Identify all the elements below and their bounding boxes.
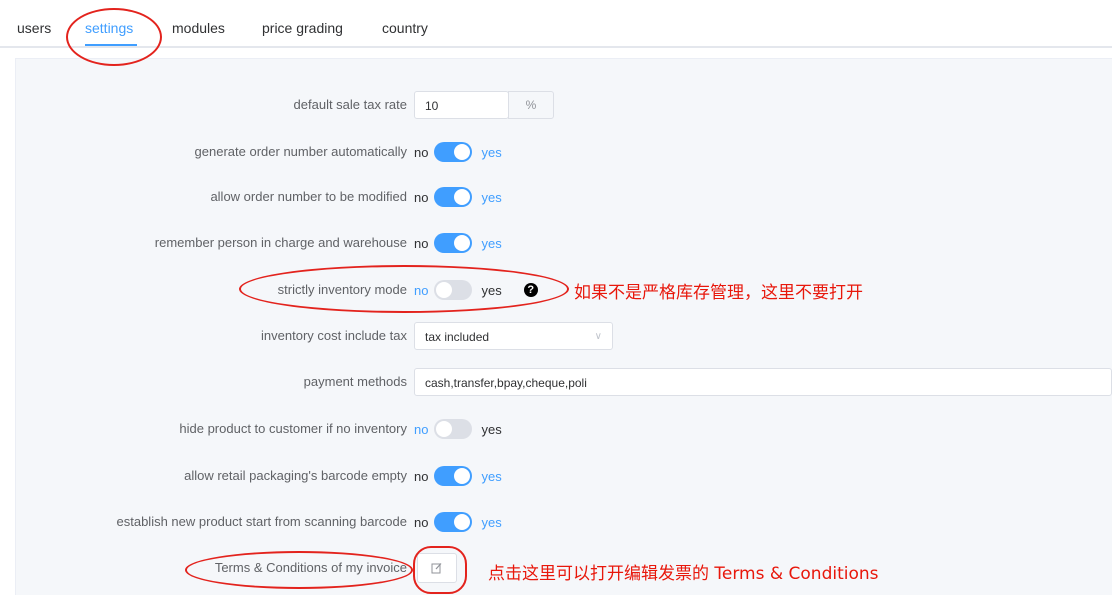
hide-product-switch[interactable] <box>434 419 473 439</box>
auto-order-number-row: generate order number automatically no y… <box>0 137 1112 167</box>
remember-person-switch[interactable] <box>434 233 473 253</box>
tab-modules[interactable]: modules <box>172 20 225 36</box>
cost-tax-value: tax included <box>425 330 490 344</box>
switch-knob <box>454 468 471 484</box>
switch-knob <box>454 144 471 160</box>
tab-bar: users settings modules price grading cou… <box>0 0 1112 48</box>
hide-product-row: hide product to customer if no inventory… <box>0 414 1112 444</box>
auto-order-number-label: generate order number automatically <box>194 144 407 159</box>
cost-tax-label: inventory cost include tax <box>261 328 407 343</box>
switch-no-label: no <box>414 421 429 437</box>
switch-yes-label: yes <box>481 468 502 484</box>
tab-price-grading[interactable]: price grading <box>262 20 343 36</box>
auto-order-number-switch[interactable] <box>434 142 473 162</box>
tab-country[interactable]: country <box>382 20 428 36</box>
switch-yes-label: yes <box>481 189 502 205</box>
switch-knob <box>436 421 453 437</box>
tax-rate-label: default sale tax rate <box>293 97 407 112</box>
cost-tax-select[interactable]: tax included ∨ <box>414 322 613 350</box>
switch-yes-label: yes <box>481 144 502 160</box>
tax-rate-row: default sale tax rate 10 % <box>0 90 1112 120</box>
switch-yes-label: yes <box>481 282 502 298</box>
switch-no-label: no <box>414 235 429 251</box>
strict-inventory-switch[interactable] <box>434 280 473 300</box>
switch-no-label: no <box>414 514 429 530</box>
strict-inventory-label: strictly inventory mode <box>277 282 407 297</box>
switch-yes-label: yes <box>481 421 502 437</box>
barcode-empty-switch[interactable] <box>434 466 473 486</box>
switch-knob <box>454 235 471 251</box>
scan-barcode-label: establish new product start from scannin… <box>116 514 408 529</box>
tax-rate-input[interactable]: 10 <box>414 91 509 119</box>
annotation-strict-note: 如果不是严格库存管理，这里不要打开 <box>574 283 863 303</box>
switch-knob <box>436 282 453 298</box>
modify-order-number-switch[interactable] <box>434 187 473 207</box>
cost-tax-row: inventory cost include tax tax included … <box>0 321 1112 351</box>
switch-yes-label: yes <box>481 514 502 530</box>
tab-settings[interactable]: settings <box>85 20 133 36</box>
switch-knob <box>454 514 471 530</box>
annotation-terms-note: 点击这里可以打开编辑发票的 Terms & Conditions <box>488 564 879 584</box>
tab-users[interactable]: users <box>17 20 51 36</box>
remember-person-label: remember person in charge and warehouse <box>154 235 407 250</box>
question-circle-icon[interactable]: ? <box>523 283 538 297</box>
switch-no-label: no <box>414 468 429 484</box>
edit-terms-button[interactable] <box>417 553 457 583</box>
hide-product-label: hide product to customer if no inventory <box>179 421 407 436</box>
remember-person-row: remember person in charge and warehouse … <box>0 228 1112 258</box>
modify-order-number-row: allow order number to be modified no yes <box>0 182 1112 212</box>
payment-methods-label: payment methods <box>303 374 407 389</box>
terms-label: Terms & Conditions of my invoice <box>214 560 407 575</box>
switch-no-label: no <box>414 189 429 205</box>
edit-icon <box>431 563 442 574</box>
scan-barcode-row: establish new product start from scannin… <box>0 507 1112 537</box>
strict-inventory-row: strictly inventory mode no yes ? <box>0 275 1112 305</box>
switch-no-label: no <box>414 144 429 160</box>
barcode-empty-row: allow retail packaging's barcode empty n… <box>0 461 1112 491</box>
payment-methods-row: payment methods cash,transfer,bpay,chequ… <box>0 367 1112 397</box>
modify-order-number-label: allow order number to be modified <box>210 189 407 204</box>
switch-yes-label: yes <box>481 235 502 251</box>
active-tab-indicator <box>85 44 137 46</box>
scan-barcode-switch[interactable] <box>434 512 473 532</box>
barcode-empty-label: allow retail packaging's barcode empty <box>184 468 407 483</box>
switch-knob <box>454 189 471 205</box>
payment-methods-input[interactable]: cash,transfer,bpay,cheque,poli <box>414 368 1112 396</box>
chevron-down-icon: ∨ <box>594 331 602 342</box>
percent-unit: % <box>508 91 554 119</box>
switch-no-label: no <box>414 282 429 298</box>
